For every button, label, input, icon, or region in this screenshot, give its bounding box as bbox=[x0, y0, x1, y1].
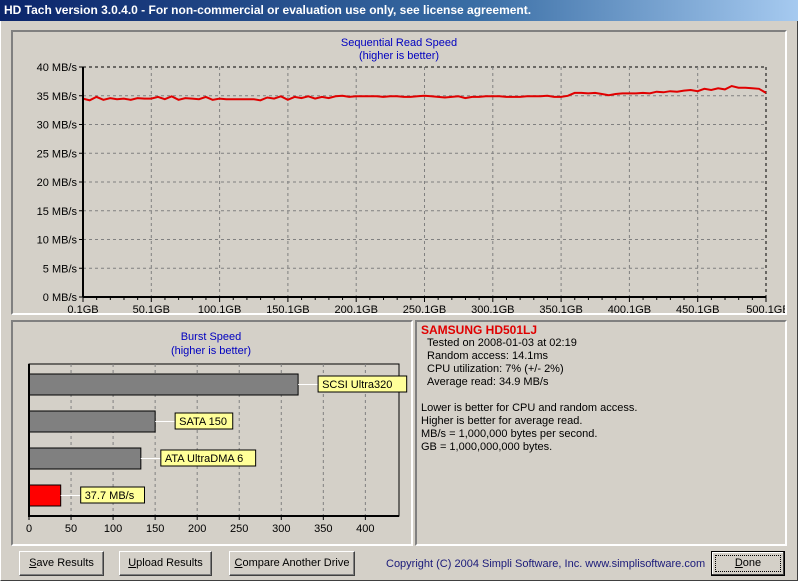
x-tick-label: 150 bbox=[146, 523, 164, 535]
bar bbox=[28, 484, 62, 507]
bar-label: ATA UltraDMA 6 bbox=[165, 453, 243, 465]
y-axis-ticks: 0 MB/s 5 MB/s 10 MB/s 15 MB/s 20 MB/s 25 MB/s… bbox=[37, 62, 83, 304]
burst-speed-panel: Burst Speed (higher is better) SCSI Ultr… bbox=[11, 320, 413, 546]
y-tick-label: 10 MB/s bbox=[37, 235, 78, 247]
chart-subtitle: (higher is better) bbox=[171, 345, 251, 357]
x-tick-label: 50,1GB bbox=[133, 304, 170, 313]
chart-title: Sequential Read Speed bbox=[341, 37, 457, 49]
x-tick-label: 350 bbox=[314, 523, 332, 535]
mnemonic: U bbox=[128, 557, 137, 569]
x-tick-label: 400 bbox=[356, 523, 374, 535]
bar-label: SCSI Ultra320 bbox=[322, 379, 392, 391]
x-tick-label: 0,1GB bbox=[67, 304, 98, 313]
chart-subtitle: (higher is better) bbox=[359, 50, 439, 62]
y-tick-label: 15 MB/s bbox=[37, 206, 78, 218]
y-tick-label: 40 MB/s bbox=[37, 62, 78, 74]
note-line: Lower is better for CPU and random acces… bbox=[421, 402, 638, 414]
bar-label: SATA 150 bbox=[179, 416, 227, 428]
x-tick-label: 100 bbox=[104, 523, 122, 535]
average-read: Average read: 34.9 MB/s bbox=[427, 376, 549, 388]
window-title-bar[interactable]: HD Tach version 3.0.4.0 - For non-commer… bbox=[0, 0, 798, 21]
note-line: GB = 1,000,000,000 bytes. bbox=[421, 441, 553, 453]
x-tick-label: 200 bbox=[188, 523, 206, 535]
results-info-panel: SAMSUNG HD501LJ Tested on 2008-01-03 at … bbox=[415, 320, 787, 546]
button-label: ompare Another Drive bbox=[242, 557, 350, 569]
x-tick-label: 400,1GB bbox=[608, 304, 651, 313]
x-tick-label: 350,1GB bbox=[539, 304, 582, 313]
button-label: ave Results bbox=[36, 557, 94, 569]
burst-speed-chart: Burst Speed (higher is better) SCSI Ultr… bbox=[26, 331, 408, 535]
y-tick-label: 20 MB/s bbox=[37, 177, 78, 189]
chart-title: Burst Speed bbox=[181, 331, 242, 343]
x-tick-label: 450,1GB bbox=[676, 304, 719, 313]
window-title: HD Tach version 3.0.4.0 - For non-commer… bbox=[4, 3, 532, 17]
sequential-read-chart: Sequential Read Speed (higher is better)… bbox=[37, 37, 785, 313]
focus-rect bbox=[715, 555, 781, 572]
button-label: pload Results bbox=[136, 557, 203, 569]
x-tick-label: 100,1GB bbox=[198, 304, 241, 313]
bar bbox=[28, 410, 156, 433]
copyright-text: Copyright (C) 2004 Simpli Software, Inc.… bbox=[386, 558, 706, 570]
bars: SCSI Ultra320 SATA 150 ATA UltraDMA 6 37.7 … bbox=[28, 373, 408, 507]
cpu-utilization: CPU utilization: 7% (+/- 2%) bbox=[427, 363, 564, 375]
x-tick-label: 500,1GB bbox=[746, 304, 785, 313]
y-tick-label: 30 MB/s bbox=[37, 120, 78, 132]
x-tick-label: 200,1GB bbox=[334, 304, 377, 313]
random-access: Random access: 14.1ms bbox=[427, 350, 549, 362]
bar bbox=[28, 373, 299, 396]
x-tick-label: 300,1GB bbox=[471, 304, 514, 313]
sequential-read-panel: Sequential Read Speed (higher is better)… bbox=[11, 30, 787, 315]
x-tick-label: 250 bbox=[230, 523, 248, 535]
x-axis-ticks: 0,1GB 50,1GB 100,1GB 150,1GB 200,1GB 250,1GB 3… bbox=[67, 297, 785, 313]
tested-on: Tested on 2008-01-03 at 02:19 bbox=[427, 337, 577, 349]
y-tick-label: 5 MB/s bbox=[43, 263, 78, 275]
save-results-button[interactable]: Save Results bbox=[19, 551, 104, 576]
x-tick-label: 300 bbox=[272, 523, 290, 535]
y-tick-label: 0 MB/s bbox=[43, 292, 78, 304]
compare-another-drive-button[interactable]: Compare Another Drive bbox=[229, 551, 355, 576]
x-axis-ticks: 0 50 100 150 200 250 300 350 400 bbox=[26, 516, 375, 535]
drive-name: SAMSUNG HD501LJ bbox=[421, 323, 538, 337]
x-tick-label: 250,1GB bbox=[403, 304, 446, 313]
upload-results-button[interactable]: Upload Results bbox=[119, 551, 212, 576]
done-button[interactable]: Done bbox=[711, 551, 785, 576]
x-tick-label: 0 bbox=[26, 523, 32, 535]
y-tick-label: 25 MB/s bbox=[37, 148, 78, 160]
x-tick-label: 50 bbox=[65, 523, 77, 535]
grid bbox=[83, 66, 767, 297]
bar bbox=[28, 447, 142, 470]
x-tick-label: 150,1GB bbox=[266, 304, 309, 313]
y-tick-label: 35 MB/s bbox=[37, 91, 78, 103]
note-line: Higher is better for average read. bbox=[421, 415, 583, 427]
note-line: MB/s = 1,000,000 bytes per second. bbox=[421, 428, 598, 440]
bar-label: 37.7 MB/s bbox=[85, 490, 135, 502]
